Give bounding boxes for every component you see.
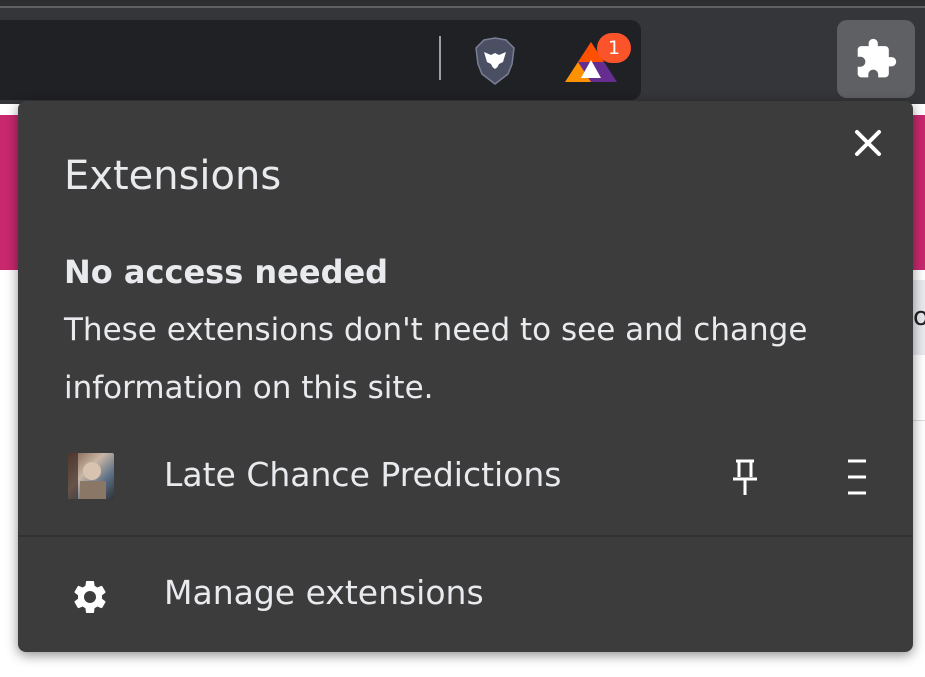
page-divider	[913, 420, 925, 421]
rewards-badge: 1	[597, 33, 631, 63]
address-bar[interactable]	[0, 20, 641, 100]
panel-title: Extensions	[64, 153, 282, 199]
pin-icon	[733, 459, 757, 495]
menu-icon	[848, 459, 866, 495]
page-edge-text: o	[913, 280, 925, 355]
extension-menu-button[interactable]	[842, 457, 872, 497]
address-bar-separator	[439, 36, 441, 80]
section-heading: No access needed	[64, 253, 389, 291]
close-button[interactable]	[850, 125, 886, 161]
close-icon	[855, 130, 881, 156]
window-top-edge	[0, 0, 925, 8]
manage-extensions-item[interactable]: Manage extensions	[18, 559, 913, 631]
extensions-button[interactable]	[837, 20, 915, 98]
manage-extensions-label: Manage extensions	[164, 573, 484, 612]
menu-divider	[18, 535, 913, 537]
extension-item[interactable]: Late Chance Predictions	[18, 441, 913, 513]
puzzle-icon	[857, 38, 897, 78]
gear-icon	[74, 581, 106, 613]
extensions-menu: Extensions No access needed These extens…	[18, 101, 913, 652]
brave-shields-button[interactable]	[472, 36, 518, 86]
pin-button[interactable]	[730, 457, 760, 497]
section-description: These extensions don't need to see and c…	[64, 312, 808, 406]
extension-name: Late Chance Predictions	[164, 455, 562, 494]
extension-avatar	[68, 453, 114, 499]
